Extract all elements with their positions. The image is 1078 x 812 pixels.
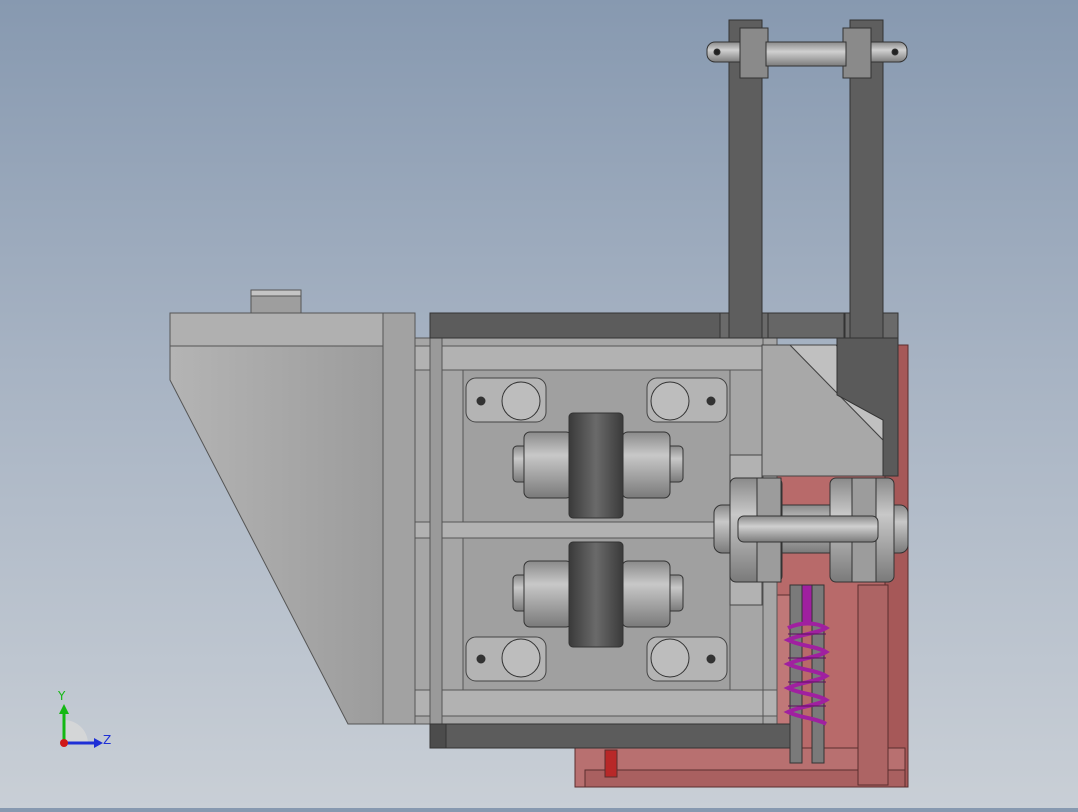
orientation-triad[interactable]: Y Z bbox=[57, 689, 111, 748]
cap-nut bbox=[250, 289, 302, 314]
x-axis-dot bbox=[60, 739, 68, 747]
z-axis-arrow bbox=[94, 738, 103, 748]
triad-quadrant bbox=[64, 719, 88, 743]
cad-viewport[interactable]: Y Z bbox=[0, 0, 1078, 808]
y-axis-arrow bbox=[59, 704, 69, 714]
red-tab bbox=[604, 749, 618, 778]
y-axis-label: Y bbox=[57, 689, 66, 703]
z-axis-label: Z bbox=[103, 733, 111, 747]
hopper-body bbox=[169, 312, 416, 725]
assembly-drawing: Y Z bbox=[57, 19, 909, 788]
